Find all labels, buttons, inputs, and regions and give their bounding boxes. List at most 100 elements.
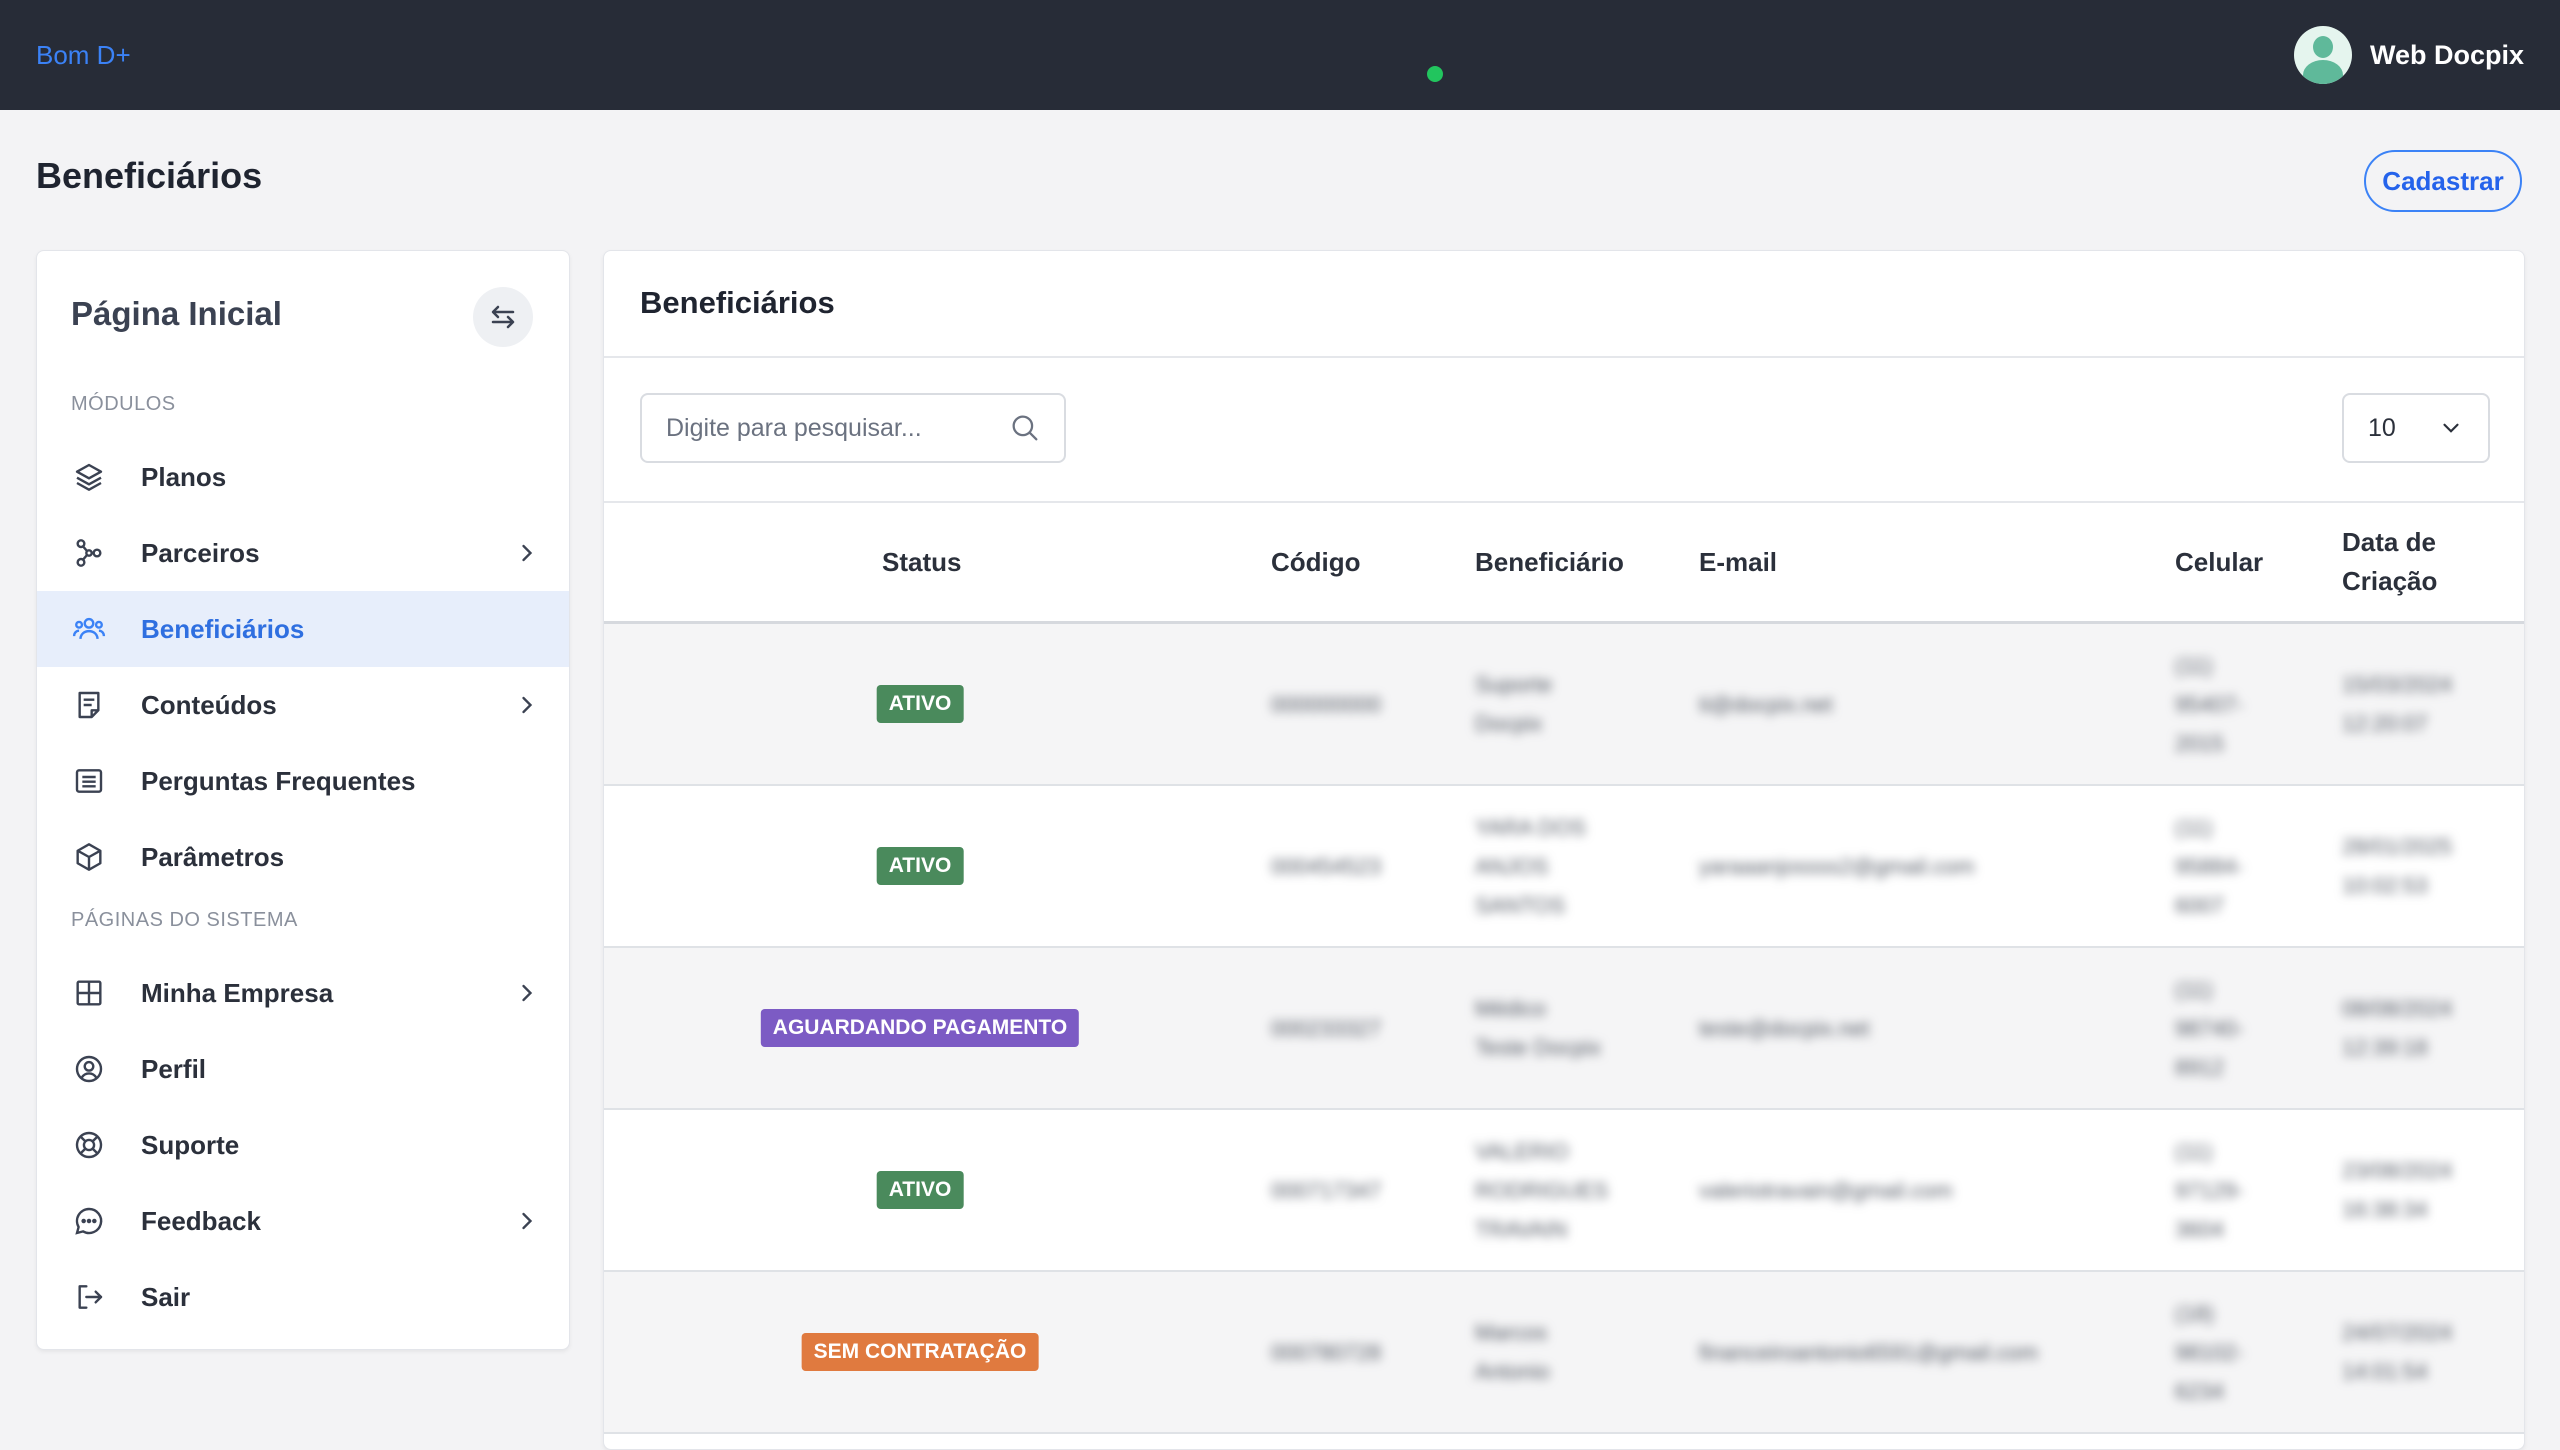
cell-code: 000000000 bbox=[1271, 692, 1382, 717]
chevron-right-icon bbox=[522, 1212, 533, 1230]
status-badge: AGUARDANDO PAGAMENTO bbox=[760, 1009, 1080, 1047]
status-badge: ATIVO bbox=[876, 1171, 964, 1209]
table-row[interactable]: ATIVO 000717347 VALERIO RODRIGUES TRAVAIN v… bbox=[604, 1110, 2524, 1272]
chevron-right-icon bbox=[522, 984, 533, 1002]
brand-link[interactable]: Bom D+ bbox=[36, 40, 131, 71]
sidebar-item-perguntas-frequentes[interactable]: Perguntas Frequentes bbox=[37, 743, 569, 819]
sidebar-item-parametros[interactable]: Parâmetros bbox=[37, 819, 569, 895]
divider bbox=[604, 356, 2524, 358]
sidebar-item-label: Beneficiários bbox=[141, 613, 305, 644]
search-icon[interactable] bbox=[1008, 411, 1042, 445]
cell-created: 24/07/2024 14:01:54 bbox=[2342, 1320, 2453, 1384]
cube-icon bbox=[71, 839, 107, 875]
chat-icon bbox=[71, 1203, 107, 1239]
sidebar-item-label: Sair bbox=[141, 1281, 191, 1312]
sidebar-item-minha-empresa[interactable]: Minha Empresa bbox=[37, 955, 569, 1031]
online-status-dot bbox=[1424, 63, 1446, 85]
swap-arrows-icon bbox=[491, 305, 515, 329]
sidebar-item-label: Conteúdos bbox=[141, 689, 277, 720]
search-input[interactable] bbox=[664, 412, 1008, 444]
cell-beneficiary: Médico Teste Docpix bbox=[1475, 996, 1601, 1060]
chevron-down-icon bbox=[2443, 423, 2459, 433]
user-menu[interactable]: Web Docpix bbox=[2293, 26, 2524, 84]
sidebar-item-label: Minha Empresa bbox=[141, 977, 334, 1008]
cell-beneficiary: Suporte Docpix bbox=[1475, 672, 1553, 736]
cell-phone: (11) 95407- 2015 bbox=[2175, 653, 2244, 756]
beneficiaries-card: Beneficiários 10 Status Código Beneficiá… bbox=[603, 250, 2525, 1450]
sidebar-item-suporte[interactable]: Suporte bbox=[37, 1107, 569, 1183]
cell-code: 000717347 bbox=[1271, 1178, 1382, 1203]
status-badge: ATIVO bbox=[876, 847, 964, 885]
sidebar-section-system-pages: PÁGINAS DO SISTEMA bbox=[71, 909, 298, 931]
cell-created: 15/03/2024 12:20:07 bbox=[2342, 672, 2453, 736]
column-header-phone[interactable]: Celular bbox=[2175, 543, 2263, 582]
cell-created: 08/08/2024 12:39:18 bbox=[2342, 996, 2453, 1060]
sidebar-item-feedback[interactable]: Feedback bbox=[37, 1183, 569, 1259]
sidebar-section-modules: MÓDULOS bbox=[71, 393, 176, 415]
column-header-email[interactable]: E-mail bbox=[1699, 543, 1777, 582]
column-header-beneficiary[interactable]: Beneficiário bbox=[1475, 543, 1624, 582]
sidebar-item-label: Perguntas Frequentes bbox=[141, 765, 416, 796]
top-navbar: Bom D+ Web Docpix bbox=[0, 0, 2560, 110]
card-title: Beneficiários bbox=[640, 285, 835, 320]
table-body: ATIVO 000000000 Suporte Docpix ti@docpix.ne… bbox=[604, 624, 2524, 1434]
page-title: Beneficiários bbox=[36, 155, 263, 196]
cell-created: 28/01/2025 10:02:53 bbox=[2342, 834, 2453, 898]
sidebar-item-label: Planos bbox=[141, 461, 227, 492]
cell-phone: (18) 98102- 6234 bbox=[2175, 1301, 2244, 1404]
cell-email: valeriotravain@gmail.com bbox=[1699, 1178, 1953, 1203]
sidebar-title[interactable]: Página Inicial bbox=[71, 295, 282, 333]
status-badge: SEM CONTRATAÇÃO bbox=[801, 1333, 1039, 1371]
chevron-right-icon bbox=[522, 696, 533, 714]
register-button[interactable]: Cadastrar bbox=[2364, 150, 2522, 212]
cell-code: 000233327 bbox=[1271, 1016, 1382, 1041]
cell-email: ti@docpix.net bbox=[1699, 692, 1833, 717]
sidebar: Página Inicial MÓDULOS Planos Parceiros … bbox=[36, 250, 570, 1350]
table-row[interactable]: ATIVO 000454523 YARA DOS ANJOS SANTOS yaraa… bbox=[604, 786, 2524, 948]
column-header-code[interactable]: Código bbox=[1271, 543, 1361, 582]
sidebar-item-planos[interactable]: Planos bbox=[37, 439, 569, 515]
sidebar-item-label: Parceiros bbox=[141, 537, 260, 568]
list-icon bbox=[71, 763, 107, 799]
column-header-created[interactable]: Data de Criação bbox=[2342, 523, 2437, 601]
column-header-status[interactable]: Status bbox=[882, 543, 961, 582]
layers-icon bbox=[71, 459, 107, 495]
cell-phone: (11) 98740- 8912 bbox=[2175, 977, 2244, 1080]
cell-code: 000780728 bbox=[1271, 1340, 1382, 1365]
avatar[interactable] bbox=[2293, 26, 2352, 84]
logout-icon bbox=[71, 1279, 107, 1315]
search-box[interactable] bbox=[640, 393, 1066, 463]
network-icon bbox=[71, 535, 107, 571]
cell-beneficiary: VALERIO RODRIGUES TRAVAIN bbox=[1475, 1139, 1609, 1242]
cell-code: 000454523 bbox=[1271, 854, 1382, 879]
table-row[interactable]: SEM CONTRATAÇÃO 000780728 Marcos Antonio fi… bbox=[604, 1272, 2524, 1434]
user-circle-icon bbox=[71, 1051, 107, 1087]
chevron-right-icon bbox=[522, 544, 533, 562]
lifebuoy-icon bbox=[71, 1127, 107, 1163]
sidebar-item-perfil[interactable]: Perfil bbox=[37, 1031, 569, 1107]
table-header: Status Código Beneficiário E-mail Celula… bbox=[604, 503, 2524, 623]
user-name[interactable]: Web Docpix bbox=[2370, 40, 2524, 71]
users-icon bbox=[71, 611, 107, 647]
sidebar-item-beneficiarios[interactable]: Beneficiários bbox=[37, 591, 569, 667]
sidebar-item-sair[interactable]: Sair bbox=[37, 1259, 569, 1335]
status-badge: ATIVO bbox=[876, 685, 964, 723]
sidebar-item-label: Suporte bbox=[141, 1129, 240, 1160]
cell-email: financeiroantonio6591@gmail.com bbox=[1699, 1340, 2039, 1365]
page-size-select[interactable]: 10 bbox=[2342, 393, 2490, 463]
page-size-value: 10 bbox=[2368, 413, 2396, 442]
grid-icon bbox=[71, 975, 107, 1011]
cell-phone: (11) 97129- 3604 bbox=[2175, 1139, 2244, 1242]
sidebar-item-parceiros[interactable]: Parceiros bbox=[37, 515, 569, 591]
table-row[interactable]: AGUARDANDO PAGAMENTO 000233327 Médico Test… bbox=[604, 948, 2524, 1110]
cell-beneficiary: Marcos Antonio bbox=[1475, 1320, 1550, 1384]
cell-phone: (11) 95884- 6007 bbox=[2175, 815, 2244, 918]
cell-created: 23/08/2024 16:38:34 bbox=[2342, 1158, 2453, 1222]
sidebar-item-conteudos[interactable]: Conteúdos bbox=[37, 667, 569, 743]
sidebar-item-label: Feedback bbox=[141, 1205, 261, 1236]
table-row[interactable]: ATIVO 000000000 Suporte Docpix ti@docpix.ne… bbox=[604, 624, 2524, 786]
cell-email: yaraaanjossss2@gmail.com bbox=[1699, 854, 1975, 879]
cell-beneficiary: YARA DOS ANJOS SANTOS bbox=[1475, 815, 1586, 918]
sidebar-collapse-button[interactable] bbox=[473, 287, 533, 347]
sidebar-item-label: Parâmetros bbox=[141, 841, 285, 872]
